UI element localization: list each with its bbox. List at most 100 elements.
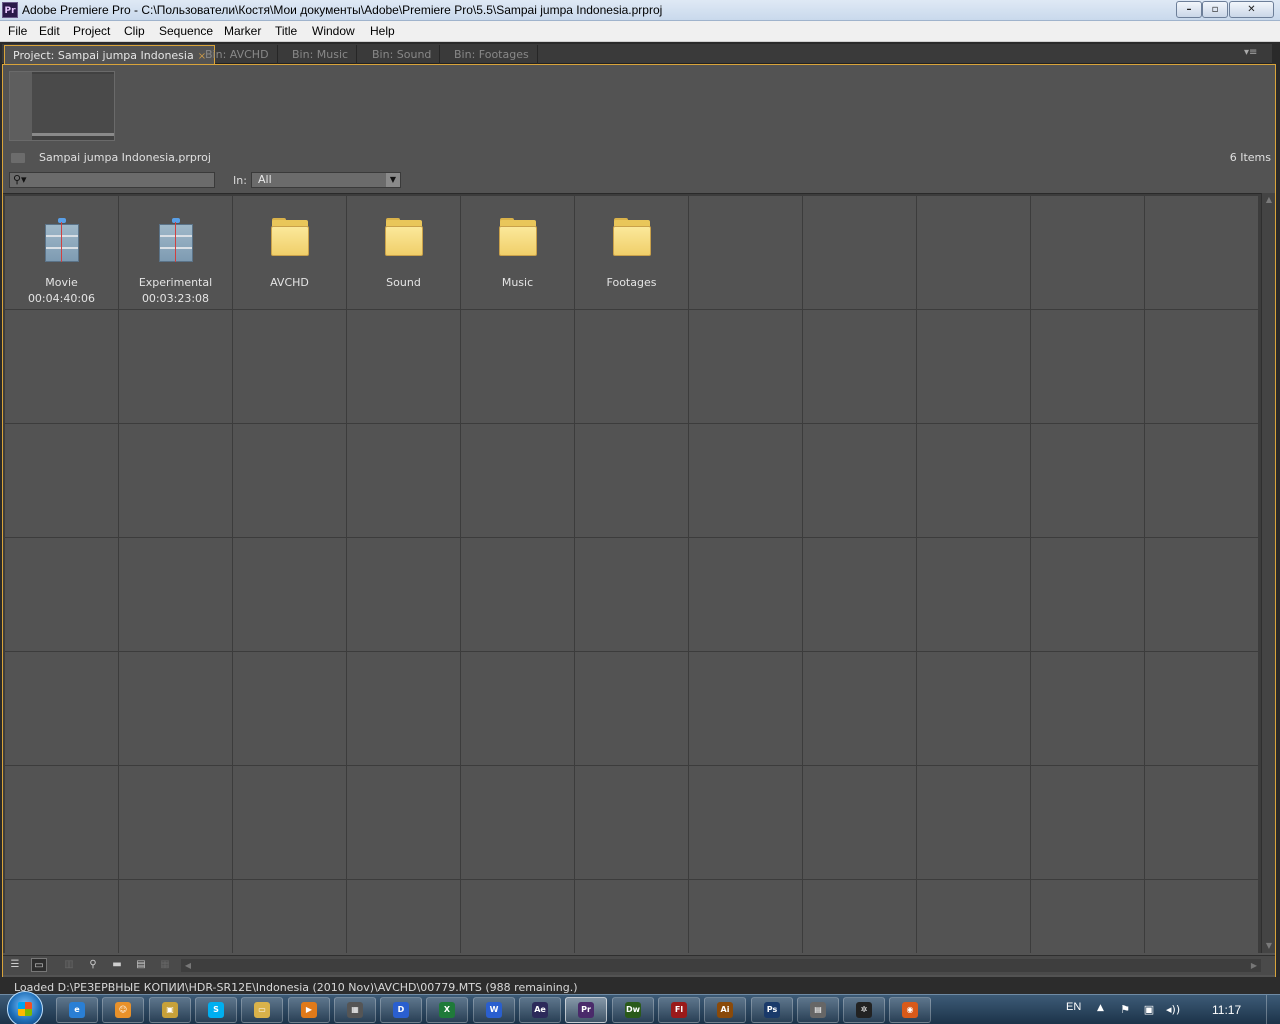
empty-grid-cell (689, 538, 802, 651)
item-name: AVCHD (270, 276, 309, 289)
menu-marker[interactable]: Marker (224, 24, 261, 38)
tab-bin-footages[interactable]: Bin: Footages (446, 45, 538, 64)
flash-icon: Fl (671, 1002, 687, 1018)
in-label: In: (233, 174, 247, 187)
minimize-button[interactable]: – (1176, 1, 1202, 18)
taskbar-media-player-button[interactable]: ▶ (288, 997, 330, 1023)
new-bin-icon[interactable]: ▬ (109, 958, 125, 972)
menu-sequence[interactable]: Sequence (159, 24, 213, 38)
tray-expand-icon[interactable]: ▲ (1097, 1003, 1104, 1013)
network-icon[interactable]: ▣ (1142, 1003, 1156, 1016)
empty-grid-cell (803, 880, 916, 953)
bin-item[interactable]: Sound (347, 196, 460, 309)
bin-item[interactable]: AVCHD (233, 196, 346, 309)
taskbar-after-effects-button[interactable]: Ae (519, 997, 561, 1023)
empty-grid-cell (461, 424, 574, 537)
taskbar-archive-app-button[interactable]: ▤ (797, 997, 839, 1023)
empty-grid-cell (803, 538, 916, 651)
icon-view-icon[interactable]: ▭ (31, 958, 47, 972)
bin-item[interactable]: Music (461, 196, 574, 309)
chevron-down-icon[interactable]: ▼ (386, 173, 400, 187)
search-input[interactable] (34, 173, 212, 187)
tab-bin-music[interactable]: Bin: Music (284, 45, 358, 64)
item-name: Footages (606, 276, 657, 289)
empty-grid-cell (347, 766, 460, 879)
photoshop-icon: Ps (764, 1002, 780, 1018)
tab-bin-sound[interactable]: Bin: Sound (364, 45, 441, 64)
taskbar-internet-explorer-button[interactable]: e (56, 997, 98, 1023)
clear-icon[interactable]: ▦ (157, 958, 173, 972)
taskbar-daemon-tools-button[interactable]: D (380, 997, 422, 1023)
horizontal-scrollbar[interactable]: ◀ ▶ (181, 959, 1261, 972)
scroll-left-icon[interactable]: ◀ (183, 959, 193, 972)
menu-window[interactable]: Window (312, 24, 355, 38)
menu-project[interactable]: Project (73, 24, 110, 38)
panel-menu-icon[interactable]: ▾≡ (1244, 48, 1258, 58)
tab-bin-avchd[interactable]: Bin: AVCHD (197, 45, 278, 64)
empty-grid-cell (575, 310, 688, 423)
taskbar-network-app-button[interactable]: ✲ (843, 997, 885, 1023)
taskbar-browser-orange-button[interactable]: ◉ (889, 997, 931, 1023)
tab-project[interactable]: Project: Sampai jumpa Indonesia × (4, 45, 216, 64)
sequence-item[interactable]: Movie 00:04:40:06 (5, 196, 118, 309)
menu-title[interactable]: Title (275, 24, 297, 38)
empty-grid-cell (1145, 766, 1258, 879)
taskbar-film-app-button[interactable]: ▦ (334, 997, 376, 1023)
in-filter-value: All (258, 173, 272, 186)
maximize-button[interactable]: ▫ (1202, 1, 1228, 18)
explorer-window-icon: ▣ (162, 1002, 178, 1018)
menu-file[interactable]: File (8, 24, 27, 38)
taskbar-skype-button[interactable]: S (195, 997, 237, 1023)
empty-grid-cell (233, 424, 346, 537)
empty-grid-cell (119, 880, 232, 953)
taskbar-illustrator-button[interactable]: Ai (704, 997, 746, 1023)
taskbar-flash-button[interactable]: Fl (658, 997, 700, 1023)
empty-grid-cell (5, 538, 118, 651)
taskbar-photoshop-button[interactable]: Ps (751, 997, 793, 1023)
taskbar-dreamweaver-button[interactable]: Dw (612, 997, 654, 1023)
empty-grid-cell (119, 538, 232, 651)
empty-grid-cell (5, 880, 118, 953)
start-button[interactable] (7, 991, 43, 1024)
taskbar-premiere-pro-button[interactable]: Pr (565, 997, 607, 1023)
window-title: Adobe Premiere Pro - C:\Пользователи\Кос… (22, 3, 663, 17)
volume-icon[interactable]: ◂)) (1166, 1003, 1180, 1016)
taskbar-explorer-window-button[interactable]: ▣ (149, 997, 191, 1023)
menu-edit[interactable]: Edit (39, 24, 60, 38)
automate-to-sequence-icon[interactable]: ▥ (61, 958, 77, 972)
browser-orange-icon: ◉ (902, 1002, 918, 1018)
scroll-right-icon[interactable]: ▶ (1249, 959, 1259, 972)
empty-grid-cell (233, 766, 346, 879)
empty-grid-cell (803, 196, 916, 309)
search-field[interactable]: ⚲▾ (9, 172, 215, 188)
menu-clip[interactable]: Clip (124, 24, 145, 38)
preview-thumbnail[interactable] (9, 71, 115, 141)
in-filter-dropdown[interactable]: All ▼ (251, 172, 401, 188)
empty-grid-cell (233, 310, 346, 423)
taskbar-firefox-like-button[interactable]: ☺ (102, 997, 144, 1023)
search-icon[interactable]: ⚲▾ (13, 173, 27, 187)
vertical-scrollbar[interactable]: ▲ ▼ (1261, 193, 1275, 953)
language-indicator[interactable]: EN (1066, 1001, 1081, 1013)
scroll-down-icon[interactable]: ▼ (1264, 941, 1274, 951)
action-center-flag-icon[interactable]: ⚑ (1118, 1003, 1132, 1016)
sequence-item[interactable]: Experimental 00:03:23:08 (119, 196, 232, 309)
empty-grid-cell (917, 538, 1030, 651)
empty-grid-cell (1145, 652, 1258, 765)
scroll-up-icon[interactable]: ▲ (1264, 195, 1274, 205)
menu-help[interactable]: Help (370, 24, 395, 38)
preview-play-strip[interactable] (10, 72, 32, 140)
bin-item[interactable]: Footages (575, 196, 688, 309)
clock[interactable]: 11:17 (1212, 1003, 1241, 1017)
dreamweaver-icon: Dw (625, 1002, 641, 1018)
show-desktop-button[interactable] (1266, 995, 1280, 1024)
close-button[interactable]: ✕ (1229, 1, 1274, 18)
taskbar-folder-button[interactable]: ▭ (241, 997, 283, 1023)
internet-explorer-icon: e (69, 1002, 85, 1018)
find-icon[interactable]: ⚲ (85, 958, 101, 972)
taskbar-word-button[interactable]: W (473, 997, 515, 1023)
folder-icon (385, 218, 423, 262)
new-item-icon[interactable]: ▤ (133, 958, 149, 972)
list-view-icon[interactable]: ☰ (7, 958, 23, 972)
taskbar-excel-button[interactable]: X (426, 997, 468, 1023)
